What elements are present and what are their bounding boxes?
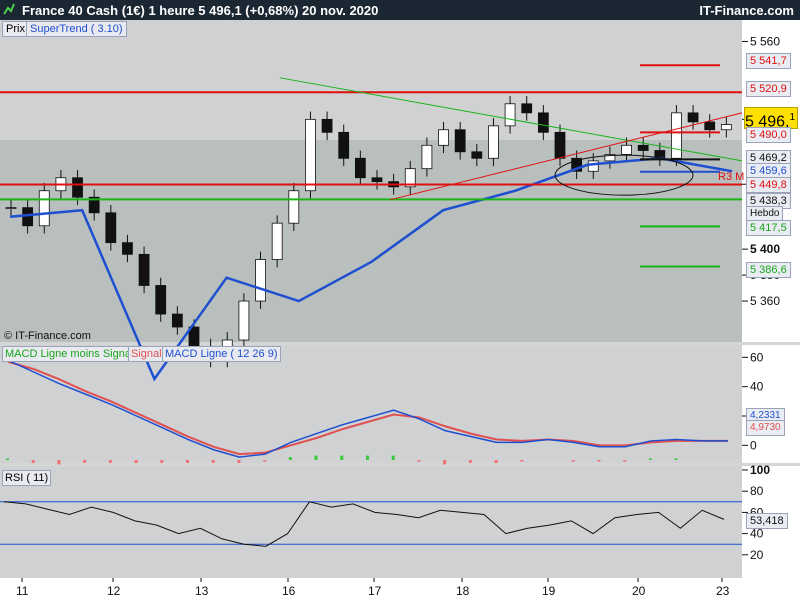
x-tick-label: 20 bbox=[632, 584, 646, 598]
candle-body bbox=[671, 112, 682, 159]
macd-histogram-bar bbox=[237, 460, 241, 463]
candle-body bbox=[354, 157, 366, 179]
macd-histogram-bar bbox=[134, 460, 138, 463]
macd-histogram-bar bbox=[571, 460, 575, 462]
candle-body bbox=[138, 253, 150, 286]
macd-histogram-bar bbox=[108, 460, 112, 463]
y-tick-label: 80 bbox=[750, 484, 764, 498]
macd-histogram-bar bbox=[57, 460, 61, 465]
macd-histogram-bar bbox=[288, 457, 292, 460]
y-tick-label: 5 400 bbox=[750, 242, 780, 256]
macd-legend-diff[interactable]: MACD Ligne moins Signal bbox=[2, 346, 137, 362]
x-tick-label: 19 bbox=[542, 584, 556, 598]
candle-body bbox=[288, 190, 300, 224]
tab-supertrend[interactable]: SuperTrend ( 3.10) bbox=[26, 21, 127, 37]
y-tick-label: 100 bbox=[750, 463, 770, 477]
level-tag: 5 386,6 bbox=[746, 262, 791, 278]
macd-histogram-bar bbox=[597, 460, 601, 462]
candle-body bbox=[22, 207, 34, 227]
macd-histogram-bar bbox=[494, 460, 498, 463]
candle-body bbox=[421, 144, 433, 170]
candle-body bbox=[305, 118, 316, 192]
macd-histogram-bar bbox=[83, 460, 87, 463]
macd-histogram-bar bbox=[6, 458, 9, 460]
candle-body bbox=[471, 151, 483, 159]
x-tick-label: 16 bbox=[282, 584, 296, 598]
macd-histogram-bar bbox=[314, 455, 318, 460]
macd-histogram-bar bbox=[391, 455, 395, 460]
chart-area: 5 5605 5005 4505 4005 3805 3606040200100… bbox=[0, 20, 800, 600]
macd-histogram-bar bbox=[263, 460, 267, 462]
r3-label: R3 M bbox=[718, 171, 745, 183]
x-tick-label: 23 bbox=[716, 584, 730, 598]
macd-histogram-bar bbox=[520, 460, 524, 462]
macd-histogram-bar bbox=[31, 460, 35, 463]
candle-body bbox=[271, 222, 283, 260]
candle-body bbox=[587, 160, 599, 172]
candle-body bbox=[5, 207, 17, 210]
candle-body bbox=[504, 103, 516, 127]
macd-histogram-bar bbox=[468, 460, 472, 463]
y-tick-label: 40 bbox=[750, 380, 764, 394]
candle-body bbox=[537, 112, 549, 133]
candle-body bbox=[321, 118, 333, 133]
candle-body bbox=[438, 129, 449, 146]
current-price-tag: 5 496,1 bbox=[744, 107, 798, 130]
candle-body bbox=[621, 144, 632, 155]
candle-body bbox=[720, 124, 732, 131]
level-tag: 5 541,7 bbox=[746, 53, 791, 69]
candle-body bbox=[704, 121, 716, 131]
y-tick-label: 60 bbox=[750, 350, 764, 364]
candle-body bbox=[238, 300, 250, 341]
candle-body bbox=[371, 177, 383, 183]
candle-body bbox=[72, 177, 83, 198]
macd-histogram-bar bbox=[340, 455, 344, 460]
level-tag: 5 490,0 bbox=[746, 127, 791, 143]
rsi-legend[interactable]: RSI ( 11) bbox=[2, 470, 52, 486]
candle-body bbox=[122, 242, 133, 255]
macd-histogram-bar bbox=[186, 460, 189, 463]
macd-histogram-bar bbox=[211, 460, 215, 463]
candle-body bbox=[554, 131, 566, 159]
candle-body bbox=[171, 313, 183, 328]
y-tick-label: 0 bbox=[750, 438, 757, 452]
macd-histogram-bar bbox=[648, 458, 652, 460]
y-tick-label: 5 560 bbox=[750, 34, 780, 48]
macd-histogram-bar bbox=[443, 460, 447, 465]
macd-legend-signal[interactable]: Signal bbox=[128, 346, 165, 362]
x-tick-label: 18 bbox=[456, 584, 470, 598]
candle-body bbox=[255, 259, 266, 302]
candle-body bbox=[105, 212, 117, 244]
candle-body bbox=[155, 285, 167, 315]
current-price-small: 1 bbox=[789, 112, 796, 123]
candle-body bbox=[338, 131, 350, 159]
tab-prix[interactable]: Prix bbox=[2, 21, 29, 37]
rsi-value-tag: 53,418 bbox=[746, 513, 788, 529]
level-tag: 5 520,9 bbox=[746, 81, 791, 97]
candle-body bbox=[637, 144, 649, 151]
x-tick-label: 11 bbox=[16, 584, 29, 598]
macd-value-tag: 4,9730 bbox=[746, 420, 785, 436]
macd-histogram-bar bbox=[160, 460, 164, 463]
macd-histogram-bar bbox=[674, 458, 678, 460]
macd-histogram-bar bbox=[623, 460, 627, 462]
candle-body bbox=[454, 129, 466, 153]
y-tick-label: 5 360 bbox=[750, 294, 780, 308]
watermark: © IT-Finance.com bbox=[4, 330, 91, 342]
candle-body bbox=[38, 190, 50, 227]
y-tick-label: 20 bbox=[750, 548, 764, 562]
x-tick-label: 17 bbox=[368, 584, 382, 598]
macd-histogram-bar bbox=[417, 460, 421, 462]
candle-body bbox=[687, 112, 699, 123]
level-tag: 5 417,5 bbox=[746, 220, 791, 236]
candle-body bbox=[521, 103, 533, 114]
level-tag: 5 449,8 bbox=[746, 177, 791, 193]
macd-legend-line[interactable]: MACD Ligne ( 12 26 9) bbox=[162, 346, 281, 362]
candle-body bbox=[488, 125, 499, 159]
x-tick-label: 12 bbox=[107, 584, 121, 598]
macd-histogram-bar bbox=[366, 455, 369, 460]
x-tick-label: 13 bbox=[195, 584, 209, 598]
